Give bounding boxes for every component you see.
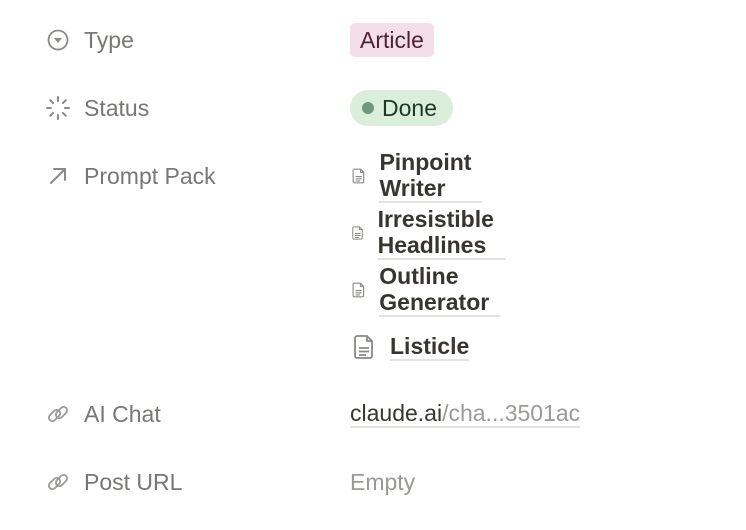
prompt-pack-item: Pinpoint Writer (0, 149, 482, 203)
property-post-url-label[interactable]: Post URL (44, 462, 182, 502)
status-dot (362, 102, 374, 114)
label-text: AI Chat (84, 400, 161, 427)
page-link[interactable]: Listicle (350, 327, 470, 367)
status-pill[interactable]: Done (350, 90, 453, 126)
page-document-icon (352, 168, 365, 184)
page-document-icon (352, 282, 365, 298)
property-ai-chat-label[interactable]: AI Chat (44, 394, 161, 434)
page-link[interactable]: Pinpoint Writer (350, 149, 482, 203)
page-document-icon (352, 226, 363, 240)
post-url-value[interactable]: Empty (350, 462, 415, 502)
type-value[interactable]: Article (350, 20, 434, 60)
page-title: Outline Generator (379, 263, 500, 317)
page-document-icon (354, 335, 373, 359)
link-domain: claude.ai (350, 400, 443, 426)
page-link[interactable]: Irresistible Headlines (350, 206, 507, 260)
ai-chat-value[interactable]: claude.ai/cha...3501ac (350, 394, 581, 434)
dropdown-circle-icon (44, 26, 72, 54)
prompt-pack-item: Listicle (0, 327, 470, 367)
page-link[interactable]: Outline Generator (350, 263, 500, 317)
page-title: Irresistible Headlines (377, 206, 507, 260)
prompt-pack-item: Outline Generator (0, 263, 500, 317)
type-tag[interactable]: Article (350, 23, 434, 57)
post-url-empty[interactable]: Empty (350, 469, 415, 496)
link-path: /cha...3501ac (442, 400, 581, 426)
prompt-pack-item: Irresistible Headlines (0, 206, 507, 260)
page-title: Pinpoint Writer (379, 149, 482, 203)
property-status-label[interactable]: Status (44, 88, 149, 128)
property-type-label[interactable]: Type (44, 20, 134, 60)
status-text: Done (382, 95, 437, 121)
label-text: Post URL (84, 468, 183, 495)
page-title: Listicle (390, 333, 470, 361)
link-icon (44, 400, 72, 428)
property-ai-chat: AI Chat claude.ai/cha...3501ac (0, 394, 746, 434)
status-spinner-icon (44, 94, 72, 122)
label-text: Status (84, 94, 150, 121)
status-value[interactable]: Done (350, 88, 453, 128)
ai-chat-link[interactable]: claude.ai/cha...3501ac (350, 400, 581, 428)
link-icon (44, 468, 72, 496)
property-status: Status Done (0, 88, 746, 128)
property-type: Type Article (0, 20, 746, 60)
label-text: Type (84, 26, 134, 53)
property-post-url: Post URL Empty (0, 462, 746, 502)
